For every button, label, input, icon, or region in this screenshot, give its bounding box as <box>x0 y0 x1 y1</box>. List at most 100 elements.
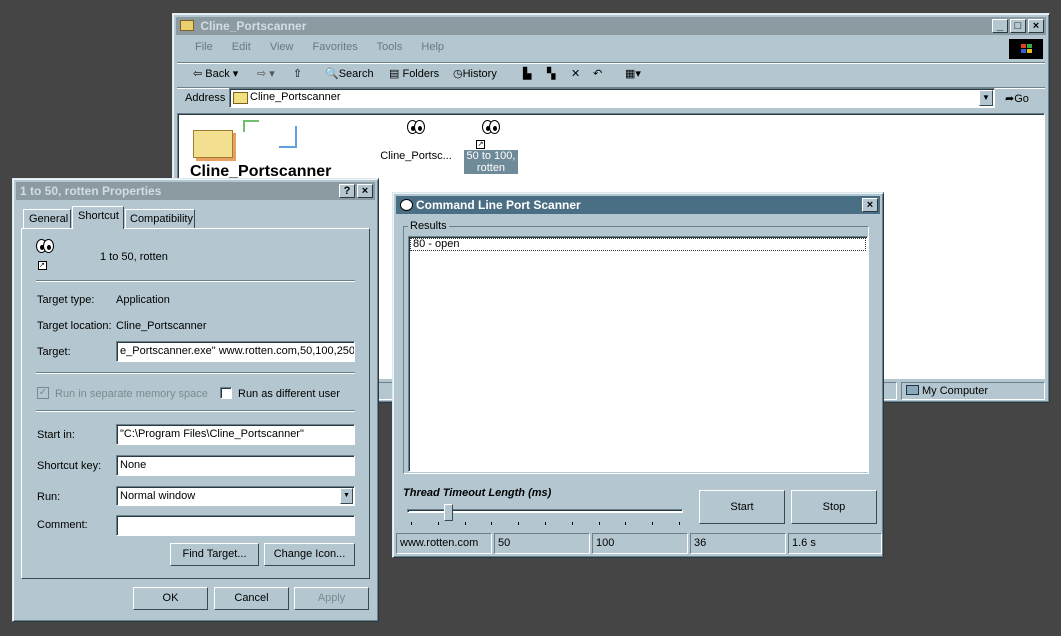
results-list[interactable]: 80 - open <box>408 236 868 472</box>
menu-favorites[interactable]: Favorites <box>313 41 358 53</box>
copy-to-icon[interactable]: ▚ <box>547 66 555 82</box>
start-button[interactable]: Start <box>699 490 785 524</box>
comment-field[interactable] <box>116 515 355 536</box>
status-bar: www.rotten.com 50 100 36 1.6 s <box>396 533 882 555</box>
explorer-titlebar[interactable]: Cline_Portscanner _ □ × <box>176 17 1046 35</box>
up-folder-icon[interactable]: ⇧ <box>293 66 302 82</box>
menu-tools[interactable]: Tools <box>377 41 403 53</box>
minimize-button[interactable]: _ <box>992 19 1008 33</box>
forward-button[interactable]: ⇨ ▾ <box>257 66 275 82</box>
status-elapsed: 1.6 s <box>788 533 882 554</box>
status-start-port: 50 <box>494 533 590 554</box>
slider-tick <box>625 522 627 525</box>
eyes-app-icon <box>378 116 454 150</box>
folders-icon: ▤ <box>389 68 400 80</box>
apply-button[interactable]: Apply <box>294 587 369 610</box>
address-field[interactable]: Cline_Portscanner ▼ <box>229 88 995 108</box>
start-in-field[interactable]: "C:\Program Files\Cline_Portscanner" <box>116 424 355 445</box>
status-host: www.rotten.com <box>396 533 492 554</box>
address-folder-icon <box>233 92 248 104</box>
help-button[interactable]: ? <box>339 184 355 198</box>
results-label: Results <box>408 220 449 232</box>
start-in-label: Start in: <box>37 429 75 441</box>
shortcut-arrow-icon: ↗ <box>38 261 47 270</box>
target-label: Target: <box>37 346 71 358</box>
slider-tick <box>652 522 654 525</box>
folder-icon <box>180 20 194 31</box>
close-button[interactable]: × <box>1028 19 1044 33</box>
chevron-down-icon[interactable]: ▼ <box>340 488 353 504</box>
undo-icon[interactable]: ↶ <box>593 66 602 82</box>
shortcut-arrow-icon: ↗ <box>476 140 485 149</box>
comment-label: Comment: <box>37 519 88 531</box>
target-location-value: Cline_Portscanner <box>116 320 207 332</box>
address-label: Address <box>185 92 226 104</box>
history-icon: ◷ <box>453 68 463 80</box>
eyes-shortcut-icon: ↗ <box>464 116 518 150</box>
go-arrow-icon: ➦ <box>1005 93 1015 105</box>
search-icon: 🔍 <box>325 68 339 80</box>
run-label: Run: <box>37 491 61 503</box>
find-target-button[interactable]: Find Target... <box>170 543 259 566</box>
menu-bar: File Edit View Favorites Tools Help <box>195 41 460 53</box>
menu-view[interactable]: View <box>270 41 294 53</box>
status-pane-zone: My Computer <box>901 382 1045 400</box>
change-icon-button[interactable]: Change Icon... <box>264 543 355 566</box>
target-field[interactable]: e_Portscanner.exe" www.rotten.com,50,100… <box>116 341 355 362</box>
close-button[interactable]: × <box>357 184 373 198</box>
run-separate-checkbox[interactable]: ✓ <box>37 387 49 399</box>
computer-icon <box>906 385 919 395</box>
tab-general[interactable]: General <box>23 209 71 228</box>
menu-file[interactable]: File <box>195 41 213 53</box>
tab-shortcut[interactable]: Shortcut <box>72 206 124 229</box>
maximize-button[interactable]: □ <box>1010 19 1026 33</box>
menu-edit[interactable]: Edit <box>232 41 251 53</box>
run-as-checkbox[interactable] <box>220 387 232 399</box>
toolbar: ⇦ Back ▾ ⇨ ▾ ⇧ 🔍Search ▤ Folders ◷Histor… <box>191 66 691 86</box>
shortcut-key-field[interactable]: None <box>116 455 355 476</box>
file-item[interactable]: Cline_Portsc... <box>378 116 454 162</box>
close-button[interactable]: × <box>862 198 878 212</box>
timeout-slider[interactable] <box>407 504 683 529</box>
target-location-label: Target location: <box>37 320 112 332</box>
list-item[interactable]: 80 - open <box>410 238 866 251</box>
folders-button[interactable]: ▤ Folders <box>389 66 439 82</box>
file-item-selected[interactable]: ↗ 50 to 100, rotten <box>464 116 518 174</box>
slider-thumb[interactable] <box>444 504 454 521</box>
properties-dialog: 1 to 50, rotten Properties ? × General S… <box>12 178 379 622</box>
slider-tick <box>464 522 466 525</box>
stop-button[interactable]: Stop <box>791 490 877 524</box>
file-name: Cline_Portsc... <box>380 150 452 162</box>
history-button[interactable]: ◷History <box>453 66 497 82</box>
slider-tick <box>437 522 439 525</box>
search-button[interactable]: 🔍Search <box>325 66 374 82</box>
views-icon[interactable]: ▦▾ <box>625 66 641 82</box>
ok-button[interactable]: OK <box>133 587 208 610</box>
target-type-label: Target type: <box>37 294 95 306</box>
properties-titlebar[interactable]: 1 to 50, rotten Properties ? × <box>16 182 375 200</box>
slider-tick <box>545 522 546 525</box>
scanner-titlebar[interactable]: Command Line Port Scanner × <box>396 196 880 214</box>
slider-tick <box>518 522 520 525</box>
status-end-port: 100 <box>592 533 688 554</box>
menu-help[interactable]: Help <box>421 41 444 53</box>
tab-panel: ↗ 1 to 50, rotten Target type: Applicati… <box>21 228 370 579</box>
scanner-title: Command Line Port Scanner <box>416 198 581 212</box>
scanner-window: Command Line Port Scanner × Results 80 -… <box>392 192 884 558</box>
go-button[interactable]: ➦Go <box>1005 92 1029 105</box>
file-name: 50 to 100, rotten <box>464 150 518 174</box>
shortcut-eyes-icon: ↗ <box>36 239 72 273</box>
move-to-icon[interactable]: ▙ <box>523 66 531 82</box>
tab-compatibility[interactable]: Compatibility <box>125 209 195 228</box>
delete-icon[interactable]: ✕ <box>571 66 580 82</box>
slider-tick <box>679 522 680 525</box>
eyes-app-icon <box>400 199 413 211</box>
address-dropdown-button[interactable]: ▼ <box>979 90 993 106</box>
target-type-value: Application <box>116 294 170 306</box>
cancel-button[interactable]: Cancel <box>214 587 289 610</box>
explorer-title: Cline_Portscanner <box>200 19 307 33</box>
run-select[interactable]: Normal window ▼ <box>116 486 355 506</box>
status-threads: 36 <box>690 533 786 554</box>
back-button[interactable]: ⇦ Back ▾ <box>193 66 238 82</box>
results-group: Results 80 - open <box>403 220 869 474</box>
